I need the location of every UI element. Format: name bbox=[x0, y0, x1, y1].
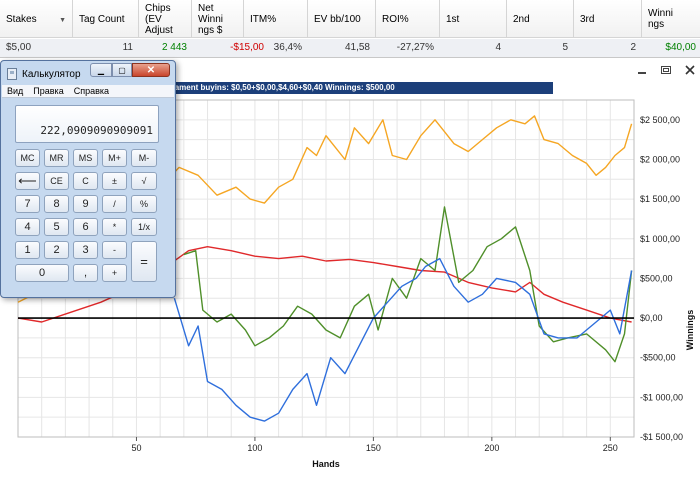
calculator-display: 222,0909090909091 bbox=[15, 105, 159, 143]
column-header-label: EV bb/100 bbox=[314, 13, 361, 25]
y-tick-label: $2 500,00 bbox=[640, 115, 680, 125]
menu-view[interactable]: Вид bbox=[2, 85, 28, 97]
key-0[interactable]: 0 bbox=[15, 264, 69, 282]
cell-itm: 36,4% bbox=[273, 42, 302, 53]
key-6[interactable]: 6 bbox=[73, 218, 98, 236]
calculator-display-value: 222,0909090909091 bbox=[40, 124, 153, 137]
menu-edit[interactable]: Правка bbox=[28, 85, 68, 97]
key-ce[interactable]: CE bbox=[44, 172, 69, 190]
key-plus-minus[interactable]: ± bbox=[102, 172, 127, 190]
minimize-icon[interactable]: ▁ bbox=[90, 63, 112, 77]
table-row[interactable]: $5,00 11 2 443 -$15,00 36,4% 41,58 -27,2… bbox=[0, 39, 700, 57]
x-tick-label: 200 bbox=[484, 443, 499, 453]
key-m-minus[interactable]: M- bbox=[131, 149, 157, 167]
y-tick-label: $0,00 bbox=[640, 313, 663, 323]
y-tick-label: $500,00 bbox=[640, 273, 673, 283]
key-2[interactable]: 2 bbox=[44, 241, 69, 259]
key-percent[interactable]: % bbox=[131, 195, 157, 213]
calculator-window[interactable]: Калькулятор ▁ ▢ ✕ Вид Правка Справка 222… bbox=[0, 60, 176, 298]
column-header-label: Stakes bbox=[6, 13, 37, 25]
key-backspace[interactable]: ⟵ bbox=[15, 172, 40, 190]
cell-third: 2 bbox=[630, 42, 636, 53]
key-reciprocal[interactable]: 1/x bbox=[131, 218, 157, 236]
y-tick-label: -$500,00 bbox=[640, 353, 676, 363]
key-4[interactable]: 4 bbox=[15, 218, 40, 236]
cell-second: 5 bbox=[562, 42, 568, 53]
column-header-label: Winni ngs bbox=[648, 8, 674, 30]
column-header-net-winnings[interactable]: Net Winni ngs $ bbox=[192, 0, 244, 38]
key-8[interactable]: 8 bbox=[44, 195, 69, 213]
column-header-tag-count[interactable]: Tag Count bbox=[73, 0, 139, 38]
column-header-roi[interactable]: ROI% bbox=[376, 0, 440, 38]
calculator-window-controls: ▁ ▢ ✕ bbox=[90, 63, 170, 77]
key-equals[interactable]: = bbox=[131, 241, 157, 282]
key-1[interactable]: 1 bbox=[15, 241, 40, 259]
y-tick-label: -$1 000,00 bbox=[640, 392, 683, 402]
x-tick-label: 100 bbox=[247, 443, 262, 453]
key-subtract[interactable]: - bbox=[102, 241, 127, 259]
key-m-plus[interactable]: M+ bbox=[102, 149, 127, 167]
cell-tag-count: 11 bbox=[122, 42, 133, 53]
cell-first: 4 bbox=[495, 42, 501, 53]
stats-table: Stakes ▼ Tag Count Chips (EV Adjust Net … bbox=[0, 0, 700, 58]
column-header-label: 2nd bbox=[513, 13, 530, 25]
cell-chips: 2 443 bbox=[161, 42, 187, 53]
column-header-label: Tag Count bbox=[79, 13, 125, 25]
column-header-ev-bb[interactable]: EV bb/100 bbox=[308, 0, 376, 38]
key-divide[interactable]: / bbox=[102, 195, 127, 213]
column-header-third[interactable]: 3rd bbox=[574, 0, 642, 38]
column-header-label: Net Winni ngs $ bbox=[198, 2, 224, 36]
y-tick-label: $2 000,00 bbox=[640, 154, 680, 164]
column-header-second[interactable]: 2nd bbox=[507, 0, 574, 38]
x-tick-label: 50 bbox=[131, 443, 141, 453]
column-header-label: ITM% bbox=[250, 13, 277, 25]
key-9[interactable]: 9 bbox=[73, 195, 98, 213]
column-header-label: ROI% bbox=[382, 13, 409, 25]
key-mc[interactable]: MC bbox=[15, 149, 40, 167]
calculator-keypad: MC MR MS M+ M- ⟵ CE C ± √ 7 8 9 / % 4 5 … bbox=[15, 149, 159, 289]
column-header-label: 1st bbox=[446, 13, 460, 25]
key-mr[interactable]: MR bbox=[44, 149, 69, 167]
key-3[interactable]: 3 bbox=[73, 241, 98, 259]
close-icon[interactable]: ✕ bbox=[132, 63, 170, 77]
column-header-first[interactable]: 1st bbox=[440, 0, 507, 38]
cell-winnings: $40,00 bbox=[665, 42, 696, 53]
x-axis-title: Hands bbox=[312, 459, 340, 469]
y-tick-label: $1 500,00 bbox=[640, 194, 680, 204]
stats-header-row: Stakes ▼ Tag Count Chips (EV Adjust Net … bbox=[0, 0, 700, 38]
column-header-itm[interactable]: ITM% bbox=[244, 0, 308, 38]
x-tick-label: 150 bbox=[366, 443, 381, 453]
cell-stakes: $5,00 bbox=[6, 42, 32, 53]
key-multiply[interactable]: * bbox=[102, 218, 127, 236]
key-7[interactable]: 7 bbox=[15, 195, 40, 213]
key-sqrt[interactable]: √ bbox=[131, 172, 157, 190]
column-header-label: Chips (EV Adjust bbox=[145, 2, 173, 36]
column-header-label: 3rd bbox=[580, 13, 595, 25]
key-c[interactable]: C bbox=[73, 172, 98, 190]
y-tick-label: $1 000,00 bbox=[640, 234, 680, 244]
calculator-title: Калькулятор bbox=[22, 68, 81, 80]
key-add[interactable]: + bbox=[102, 264, 127, 282]
key-ms[interactable]: MS bbox=[73, 149, 98, 167]
calculator-title-bar[interactable]: Калькулятор bbox=[7, 67, 81, 81]
cell-ev-bb: 41,58 bbox=[344, 42, 370, 53]
calculator-menu-bar: Вид Правка Справка bbox=[2, 85, 174, 98]
key-decimal[interactable]: , bbox=[73, 264, 98, 282]
column-header-chips[interactable]: Chips (EV Adjust bbox=[139, 0, 192, 38]
column-header-stakes[interactable]: Stakes ▼ bbox=[0, 0, 73, 38]
calculator-icon bbox=[7, 68, 17, 80]
menu-help[interactable]: Справка bbox=[69, 85, 114, 97]
column-header-winnings[interactable]: Winni ngs bbox=[642, 0, 700, 38]
cell-roi: -27,27% bbox=[396, 42, 434, 53]
x-tick-label: 250 bbox=[603, 443, 618, 453]
sort-arrow-icon[interactable]: ▼ bbox=[59, 15, 66, 26]
key-5[interactable]: 5 bbox=[44, 218, 69, 236]
maximize-icon[interactable]: ▢ bbox=[112, 63, 132, 77]
y-tick-label: -$1 500,00 bbox=[640, 432, 683, 442]
y-axis-title: Winnings bbox=[685, 310, 695, 350]
